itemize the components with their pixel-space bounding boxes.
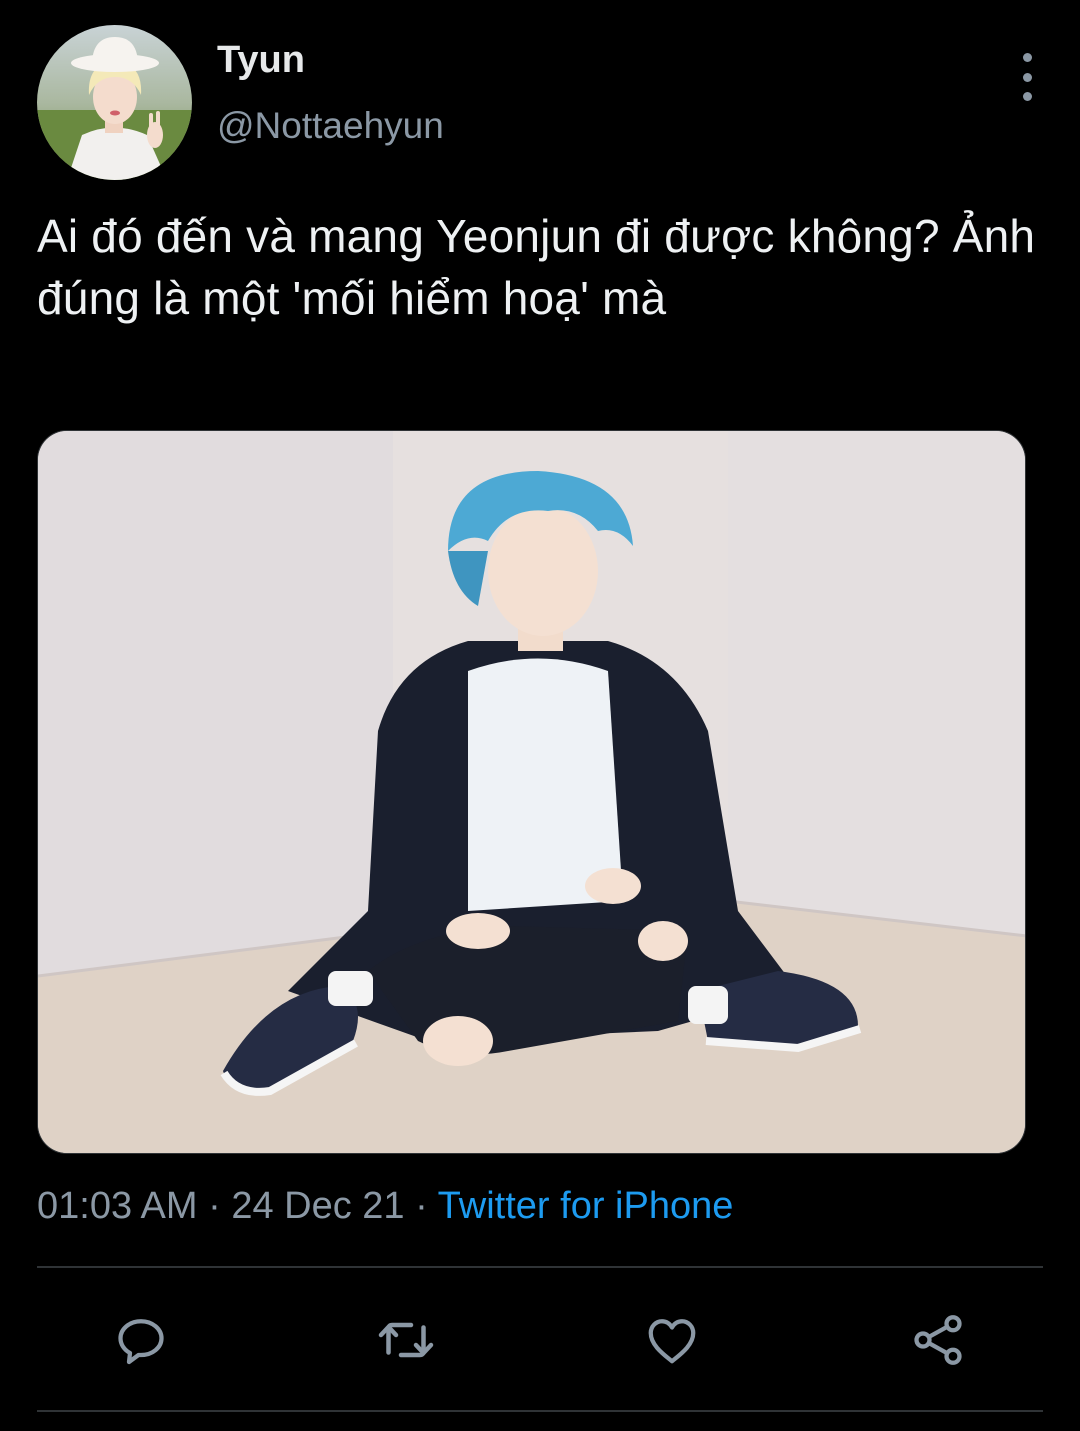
like-button[interactable]: [640, 1308, 704, 1372]
tweet-time: 01:03 AM: [37, 1185, 198, 1227]
tweet-detail-page: Tyun @Nottaehyun Ai đó đến và mang Yeonj…: [0, 0, 1080, 1431]
tweet-header: Tyun @Nottaehyun: [37, 25, 1047, 180]
heart-icon: [648, 1319, 696, 1364]
retweet-icon: [378, 1322, 434, 1358]
meta-separator: ·: [208, 1185, 232, 1227]
tweet-text: Ai đó đến và mang Yeonjun đi được không?…: [37, 210, 1036, 324]
reply-icon: [118, 1319, 164, 1365]
tweet-date: 24 Dec 21: [231, 1185, 405, 1227]
photo-image: [38, 431, 1025, 1153]
retweet-button[interactable]: [374, 1308, 438, 1372]
tweet-source-link[interactable]: Twitter for iPhone: [438, 1185, 734, 1227]
reply-button[interactable]: [109, 1308, 173, 1372]
more-dot: [1022, 92, 1032, 101]
tweet-actions-bar: [0, 1300, 1080, 1380]
divider: [37, 1410, 1043, 1412]
meta-separator: ·: [415, 1185, 438, 1227]
tweet-metadata: 01:03 AM · 24 Dec 21 · Twitter for iPhon…: [37, 1185, 733, 1228]
more-dot: [1022, 53, 1032, 62]
avatar-image: [37, 25, 192, 180]
share-icon: [914, 1315, 962, 1365]
more-dot: [1022, 72, 1032, 82]
user-handle[interactable]: @Nottaehyun: [217, 105, 444, 147]
tweet-photo[interactable]: [37, 430, 1026, 1154]
share-button[interactable]: [906, 1308, 970, 1372]
divider: [37, 1266, 1043, 1268]
avatar[interactable]: [37, 25, 192, 180]
display-name[interactable]: Tyun: [217, 39, 305, 82]
more-vertical-icon[interactable]: [1017, 53, 1037, 101]
